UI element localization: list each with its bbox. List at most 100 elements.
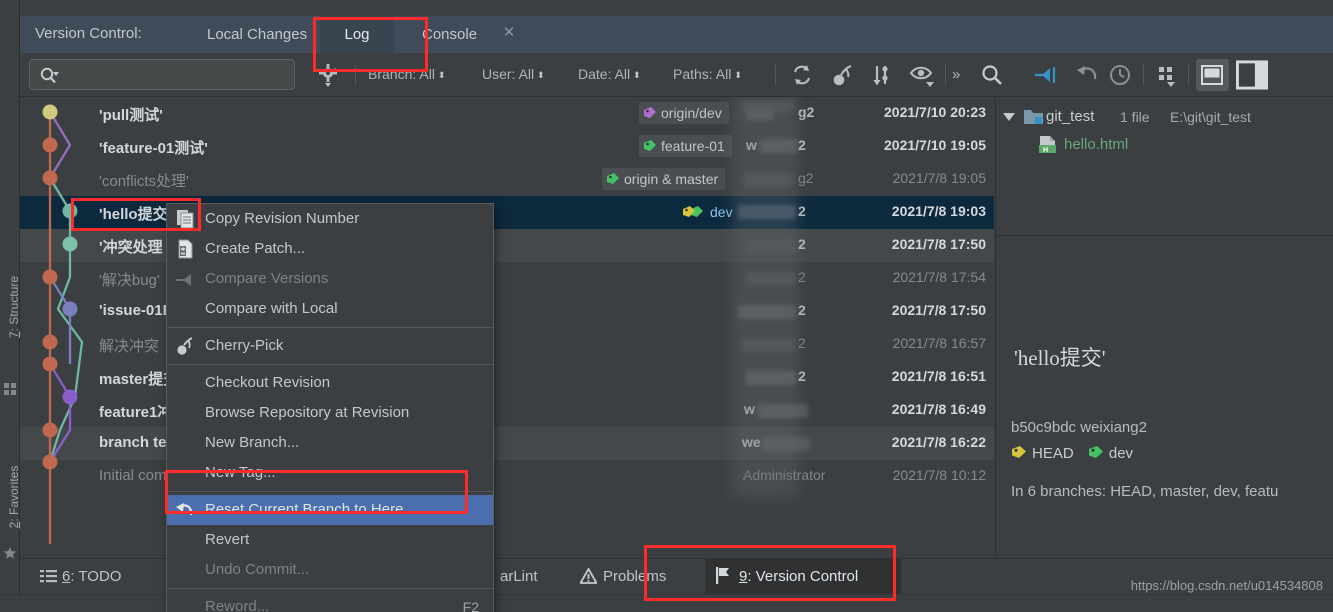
panel-bottom-button[interactable] — [1196, 59, 1229, 91]
commit-ref-label[interactable]: feature-01 — [639, 135, 732, 157]
commit-subject: 'hello提交 — [99, 206, 168, 223]
commit-ref-text: origin & master — [624, 171, 719, 187]
chevron-updown-icon: ⬍ — [633, 70, 641, 80]
commit-context-menu[interactable]: Copy Revision Number Create Patch... Com… — [166, 203, 494, 612]
menu-item-label: New Branch... — [205, 434, 300, 451]
commit-date: 2021/7/8 16:57 — [892, 335, 986, 351]
detail-branches-line: In 6 branches: HEAD, master, dev, featu — [1011, 483, 1279, 500]
left-tool-strip: 7: Structure 2: Favorites — [0, 0, 21, 612]
commit-ref-label[interactable]: dev — [678, 201, 740, 223]
menu-item-new-branch[interactable]: New Branch... — [167, 428, 493, 458]
menu-item-label: Revert — [205, 531, 250, 548]
search-input[interactable] — [66, 60, 290, 89]
chevron-double-right-icon[interactable]: » — [952, 66, 960, 83]
search-dropdown-icon[interactable] — [39, 66, 59, 86]
tab-console[interactable]: Console — [410, 16, 489, 53]
dev-branch-tag-icon — [1088, 446, 1103, 458]
menu-item-label: Copy Revision Number — [205, 210, 360, 227]
collapse-arrows-icon[interactable] — [1033, 61, 1061, 89]
commit-subject: branch te — [99, 434, 167, 451]
commit-author: 2 — [798, 302, 806, 318]
menu-item-reword: Reword... F2 — [167, 592, 493, 612]
filter-paths-label: Paths: All — [673, 66, 732, 82]
menu-item-compare-with-local[interactable]: Compare with Local — [167, 294, 493, 324]
statusbar-item-problems[interactable]: Problems — [570, 559, 676, 595]
menu-item-reset-current-branch-to-here[interactable]: Reset Current Branch to Here... — [167, 495, 493, 525]
ref-dev: dev — [1108, 445, 1134, 462]
filter-user[interactable]: User: All ⬍ — [482, 66, 546, 82]
statusbar-item-sonarlint[interactable]: arLint — [490, 559, 548, 595]
history-clock-icon[interactable] — [1106, 61, 1134, 89]
menu-item-label: New Tag... — [205, 464, 276, 481]
undo-icon[interactable] — [1073, 61, 1101, 89]
commit-date: 2021/7/8 16:22 — [891, 434, 986, 450]
menu-item-copy-revision-number[interactable]: Copy Revision Number — [167, 204, 493, 234]
changed-files-tree[interactable]: git_test 1 file E:\git\git_test H hello.… — [996, 97, 1333, 235]
menu-item-checkout-revision[interactable]: Checkout Revision — [167, 368, 493, 398]
todo-label: : TODO — [70, 568, 122, 585]
grid-layout-icon[interactable] — [1153, 61, 1181, 89]
search-icon[interactable] — [978, 61, 1006, 89]
filter-date[interactable]: Date: All ⬍ — [578, 66, 642, 82]
commit-ref-label[interactable]: origin & master — [602, 168, 726, 190]
menu-item-label: Reset Current Branch to Here... — [205, 501, 416, 518]
patch-icon — [178, 239, 193, 259]
html-file-icon: H — [1039, 136, 1056, 154]
sidebar-item-structure[interactable]: 7: Structure — [7, 267, 21, 347]
filter-date-label: Date: All — [578, 66, 631, 82]
detail-divider — [996, 235, 1333, 236]
commit-date: 2021/7/8 17:50 — [891, 302, 986, 318]
menu-item-new-tag[interactable]: New Tag... — [167, 458, 493, 488]
filter-paths[interactable]: Paths: All ⬍ — [673, 66, 743, 82]
chevron-updown-icon: ⬍ — [437, 70, 446, 80]
tree-row-file[interactable]: H hello.html — [996, 131, 1333, 159]
file-count: 1 file — [1120, 109, 1150, 125]
tree-row-repo[interactable]: git_test 1 file E:\git\git_test — [996, 103, 1333, 131]
commit-author: 2 — [798, 269, 806, 285]
eye-show-icon[interactable] — [908, 61, 936, 89]
statusbar-item-todo[interactable]: 6: TODO — [30, 559, 131, 595]
menu-item-label: Undo Commit... — [205, 561, 310, 578]
log-toolbar: Branch: All ⬍ User: All ⬍ Date: All ⬍ Paths… — [20, 53, 1333, 150]
menu-separator — [167, 364, 493, 365]
commit-subject: Initial com — [99, 467, 167, 484]
commit-subject: '解决bug' — [99, 272, 160, 289]
head-tag-icon — [1012, 446, 1026, 458]
commit-hash: b50c9bdc — [1011, 419, 1077, 436]
filter-branch[interactable]: Branch: All ⬍ — [368, 66, 447, 82]
commit-date: 2021/7/8 17:54 — [892, 269, 986, 285]
menu-item-create-patch[interactable]: Create Patch... — [167, 234, 493, 264]
table-row[interactable] — [20, 97, 994, 130]
menu-item-cherry-pick[interactable]: Cherry-Pick — [167, 331, 493, 361]
sidebar-item-favorites[interactable]: 2: Favorites — [7, 457, 21, 537]
structure-label: : Structure — [7, 275, 21, 332]
commit-ref-text: dev — [710, 204, 733, 220]
problems-label: Problems — [603, 568, 667, 585]
commit-author: g2 — [798, 170, 814, 186]
file-name: hello.html — [1064, 136, 1129, 153]
menu-item-browse-repository-at-revision[interactable]: Browse Repository at Revision — [167, 398, 493, 428]
commit-subject: '冲突处理 — [99, 239, 163, 256]
commit-graph — [42, 104, 84, 544]
tab-log[interactable]: Log — [320, 16, 394, 53]
sort-icon[interactable] — [868, 61, 896, 89]
chevron-down-icon[interactable] — [1002, 111, 1016, 123]
commit-date: 2021/7/8 10:12 — [892, 467, 986, 483]
menu-item-label: Checkout Revision — [205, 374, 331, 391]
refresh-icon[interactable] — [788, 61, 816, 89]
statusbar-item-version-control[interactable]: 9: Version Control — [705, 559, 901, 595]
folder-module-icon — [1024, 110, 1043, 124]
menu-item-label: Browse Repository at Revision — [205, 404, 410, 421]
panel-right-icon[interactable] — [1236, 59, 1268, 91]
gear-dropdown-icon[interactable] — [316, 61, 344, 89]
favorites-shortcut-number: 2 — [7, 521, 21, 529]
menu-item-shortcut: F2 — [462, 599, 479, 612]
tab-local-changes[interactable]: Local Changes — [195, 16, 319, 53]
menu-item-label: Cherry-Pick — [205, 337, 284, 354]
search-field[interactable] — [29, 59, 295, 90]
structure-shortcut-number: 7 — [7, 331, 21, 339]
commit-ref-label[interactable]: origin/dev — [639, 102, 729, 124]
cherry-pick-icon[interactable] — [828, 61, 856, 89]
menu-item-revert[interactable]: Revert — [167, 525, 493, 555]
close-icon[interactable]: ✕ — [502, 25, 516, 41]
